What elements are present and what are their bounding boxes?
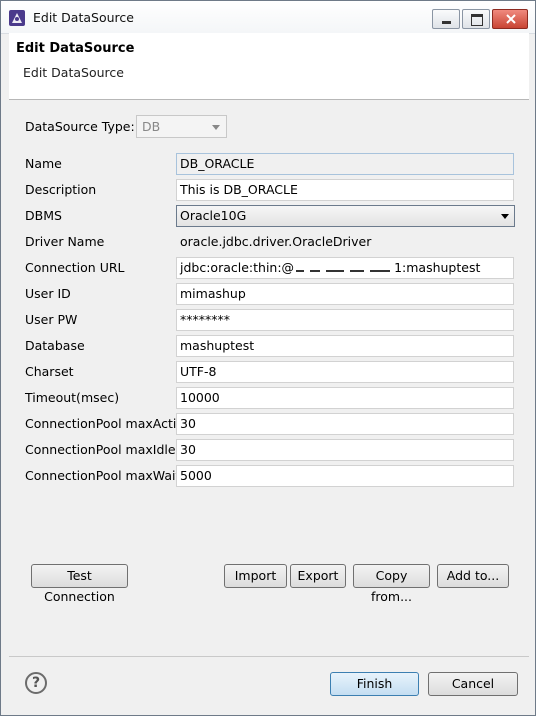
- import-button[interactable]: Import: [224, 564, 287, 588]
- window-title: Edit DataSource: [33, 10, 134, 25]
- connection-url-field[interactable]: jdbc:oracle:thin:@ 1:mashuptest: [176, 257, 514, 279]
- pool-max-active-label: ConnectionPool maxActive: [25, 416, 192, 431]
- export-button[interactable]: Export: [290, 564, 346, 588]
- dbms-label: DBMS: [25, 208, 62, 223]
- app-icon: [9, 10, 25, 26]
- charset-field[interactable]: UTF-8: [176, 361, 514, 383]
- close-button[interactable]: [492, 9, 528, 29]
- finish-button[interactable]: Finish: [330, 672, 419, 696]
- redacted-host: [294, 263, 394, 273]
- charset-label: Charset: [25, 364, 74, 379]
- pool-max-idle-field[interactable]: 30: [176, 439, 514, 461]
- timeout-field[interactable]: 10000: [176, 387, 514, 409]
- edit-datasource-dialog: Edit DataSource Edit DataSource Edit Dat…: [0, 0, 536, 716]
- copy-from-button[interactable]: Copy from...: [353, 564, 430, 604]
- maximize-button[interactable]: [462, 9, 490, 29]
- user-id-label: User ID: [25, 286, 71, 301]
- pool-max-idle-label: ConnectionPool maxIdle: [25, 442, 176, 457]
- description-label: Description: [25, 182, 97, 197]
- connection-url-suffix: 1:mashuptest: [394, 260, 481, 275]
- database-field[interactable]: mashuptest: [176, 335, 514, 357]
- timeout-label: Timeout(msec): [25, 390, 120, 405]
- footer-divider: [9, 656, 529, 657]
- minimize-button[interactable]: [432, 9, 460, 29]
- pool-max-wait-label: ConnectionPool maxWait: [25, 468, 181, 483]
- name-field[interactable]: DB_ORACLE: [176, 153, 514, 175]
- description-field[interactable]: This is DB_ORACLE: [176, 179, 514, 201]
- datasource-type-value: DB: [142, 119, 161, 134]
- user-pw-label: User PW: [25, 312, 78, 327]
- datasource-type-select: DB: [136, 115, 227, 138]
- user-id-field[interactable]: mimashup: [176, 283, 514, 305]
- database-label: Database: [25, 338, 85, 353]
- maximize-icon: [471, 14, 483, 26]
- dbms-value: Oracle10G: [180, 208, 247, 223]
- driver-name-field: oracle.jdbc.driver.OracleDriver: [176, 231, 514, 253]
- close-icon: [506, 14, 516, 24]
- title-bar[interactable]: Edit DataSource: [1, 1, 535, 34]
- dbms-select[interactable]: Oracle10G: [176, 205, 515, 227]
- cancel-button[interactable]: Cancel: [428, 672, 518, 696]
- add-to-button[interactable]: Add to...: [437, 564, 509, 588]
- test-connection-button[interactable]: Test Connection: [31, 564, 128, 604]
- minimize-icon: [442, 21, 451, 24]
- name-label: Name: [25, 156, 62, 171]
- chevron-down-icon: [212, 125, 220, 130]
- pool-max-active-field[interactable]: 30: [176, 413, 514, 435]
- datasource-type-label: DataSource Type:: [25, 119, 135, 134]
- connection-url-prefix: jdbc:oracle:thin:@: [180, 260, 295, 275]
- header-title: Edit DataSource: [16, 41, 135, 56]
- user-pw-field[interactable]: ********: [176, 309, 514, 331]
- chevron-down-icon: [501, 214, 509, 219]
- header-subtitle: Edit DataSource: [23, 65, 124, 80]
- driver-name-label: Driver Name: [25, 234, 105, 249]
- help-icon[interactable]: ?: [25, 672, 47, 694]
- connection-url-label: Connection URL: [25, 260, 125, 275]
- dialog-header: Edit DataSource Edit DataSource: [9, 33, 529, 100]
- pool-max-wait-field[interactable]: 5000: [176, 465, 514, 487]
